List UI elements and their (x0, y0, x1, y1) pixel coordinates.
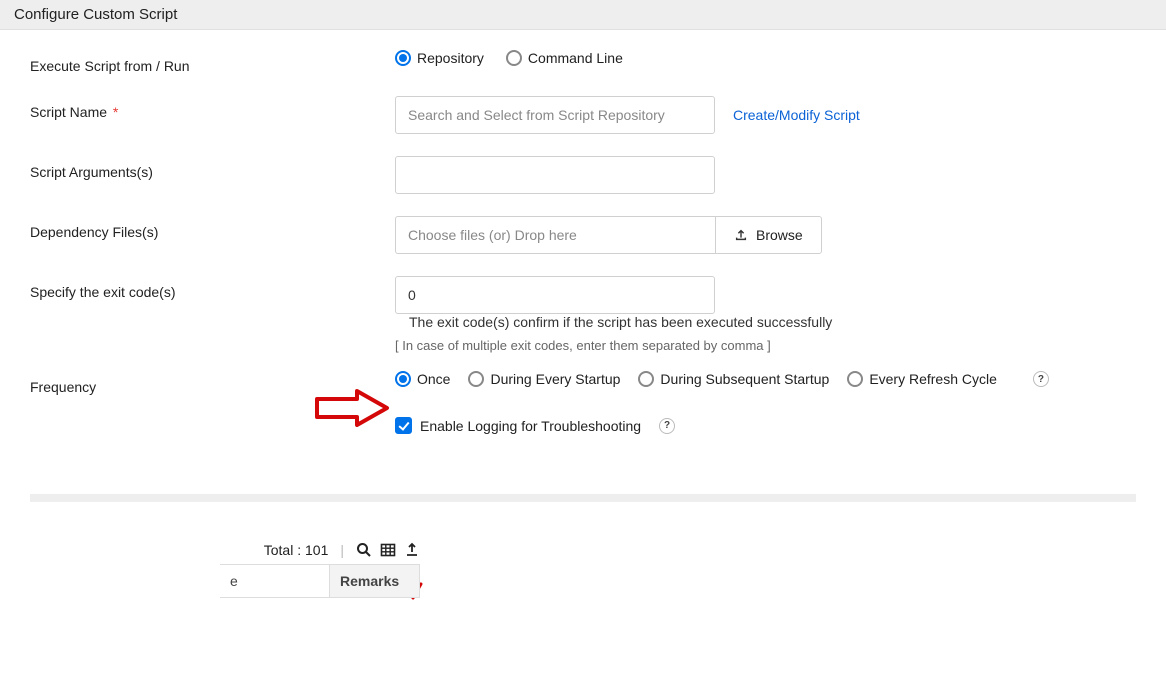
table-icon[interactable] (380, 542, 396, 558)
radio-dot-icon (395, 371, 411, 387)
upload-icon (734, 228, 748, 242)
radio-dot-icon (395, 50, 411, 66)
dropzone-text: Choose files (or) Drop here (408, 227, 577, 243)
browse-button[interactable]: Browse (715, 216, 822, 254)
panel-header: Configure Custom Script (0, 0, 1166, 30)
row-exit-codes: Specify the exit code(s) The exit code(s… (30, 276, 1136, 353)
radio-circle-icon (847, 371, 863, 387)
radio-circle-icon (638, 371, 654, 387)
exit-code-input[interactable] (395, 276, 715, 314)
execute-from-radio-group: Repository Command Line (395, 50, 623, 66)
radio-once[interactable]: Once (395, 371, 450, 387)
exit-code-side-note: The exit code(s) confirm if the script h… (409, 314, 832, 330)
label-dependency-files: Dependency Files(s) (30, 216, 395, 240)
dependency-files-dropzone[interactable]: Choose files (or) Drop here (395, 216, 715, 254)
frequency-help-icon[interactable]: ? (1033, 371, 1049, 387)
row-execute-from: Execute Script from / Run Repository Com… (30, 50, 1136, 74)
label-frequency: Frequency (30, 371, 395, 395)
radio-circle-icon (468, 371, 484, 387)
radio-every-startup-label: During Every Startup (490, 371, 620, 387)
column-header-e[interactable]: e (220, 565, 330, 597)
label-script-args: Script Arguments(s) (30, 156, 395, 180)
label-script-name: Script Name * (30, 96, 395, 120)
check-icon (395, 417, 412, 434)
radio-command-line[interactable]: Command Line (506, 50, 623, 66)
enable-logging-label: Enable Logging for Troubleshooting (420, 418, 641, 434)
script-name-input[interactable] (395, 96, 715, 134)
create-modify-script-link[interactable]: Create/Modify Script (733, 107, 860, 123)
row-script-args: Script Arguments(s) (30, 156, 1136, 194)
column-header-remarks[interactable]: Remarks (330, 565, 419, 597)
separator: | (340, 542, 344, 558)
enable-logging-checkbox[interactable]: Enable Logging for Troubleshooting (395, 417, 641, 434)
radio-refresh-cycle-label: Every Refresh Cycle (869, 371, 997, 387)
radio-refresh-cycle[interactable]: Every Refresh Cycle (847, 371, 997, 387)
section-divider (30, 494, 1136, 502)
label-execute-from: Execute Script from / Run (30, 50, 395, 74)
radio-circle-icon (506, 50, 522, 66)
search-icon[interactable] (356, 542, 372, 558)
radio-subsequent-startup[interactable]: During Subsequent Startup (638, 371, 829, 387)
script-args-input[interactable] (395, 156, 715, 194)
row-enable-logging: Enable Logging for Troubleshooting ? (30, 417, 1136, 434)
panel-title: Configure Custom Script (14, 6, 177, 23)
logging-help-icon[interactable]: ? (659, 418, 675, 434)
label-blank (30, 417, 395, 425)
required-asterisk: * (113, 104, 118, 120)
radio-subsequent-startup-label: During Subsequent Startup (660, 371, 829, 387)
radio-repository-label: Repository (417, 50, 484, 66)
total-label: Total : 101 (264, 542, 329, 558)
label-script-name-text: Script Name (30, 104, 107, 120)
export-icon[interactable] (404, 542, 420, 558)
browse-label: Browse (756, 227, 803, 243)
radio-repository[interactable]: Repository (395, 50, 484, 66)
radio-every-startup[interactable]: During Every Startup (468, 371, 620, 387)
row-frequency: Frequency Once During Every Startup Duri… (30, 371, 1136, 395)
table-header-row: e Remarks (220, 564, 420, 598)
total-line: Total : 101 | (220, 542, 420, 558)
exit-code-hint: [ In case of multiple exit codes, enter … (395, 338, 1136, 353)
label-exit-codes: Specify the exit code(s) (30, 276, 395, 300)
radio-command-line-label: Command Line (528, 50, 623, 66)
row-script-name: Script Name * Create/Modify Script (30, 96, 1136, 134)
row-dependency-files: Dependency Files(s) Choose files (or) Dr… (30, 216, 1136, 254)
radio-once-label: Once (417, 371, 450, 387)
frequency-radio-group: Once During Every Startup During Subsequ… (395, 371, 1049, 387)
